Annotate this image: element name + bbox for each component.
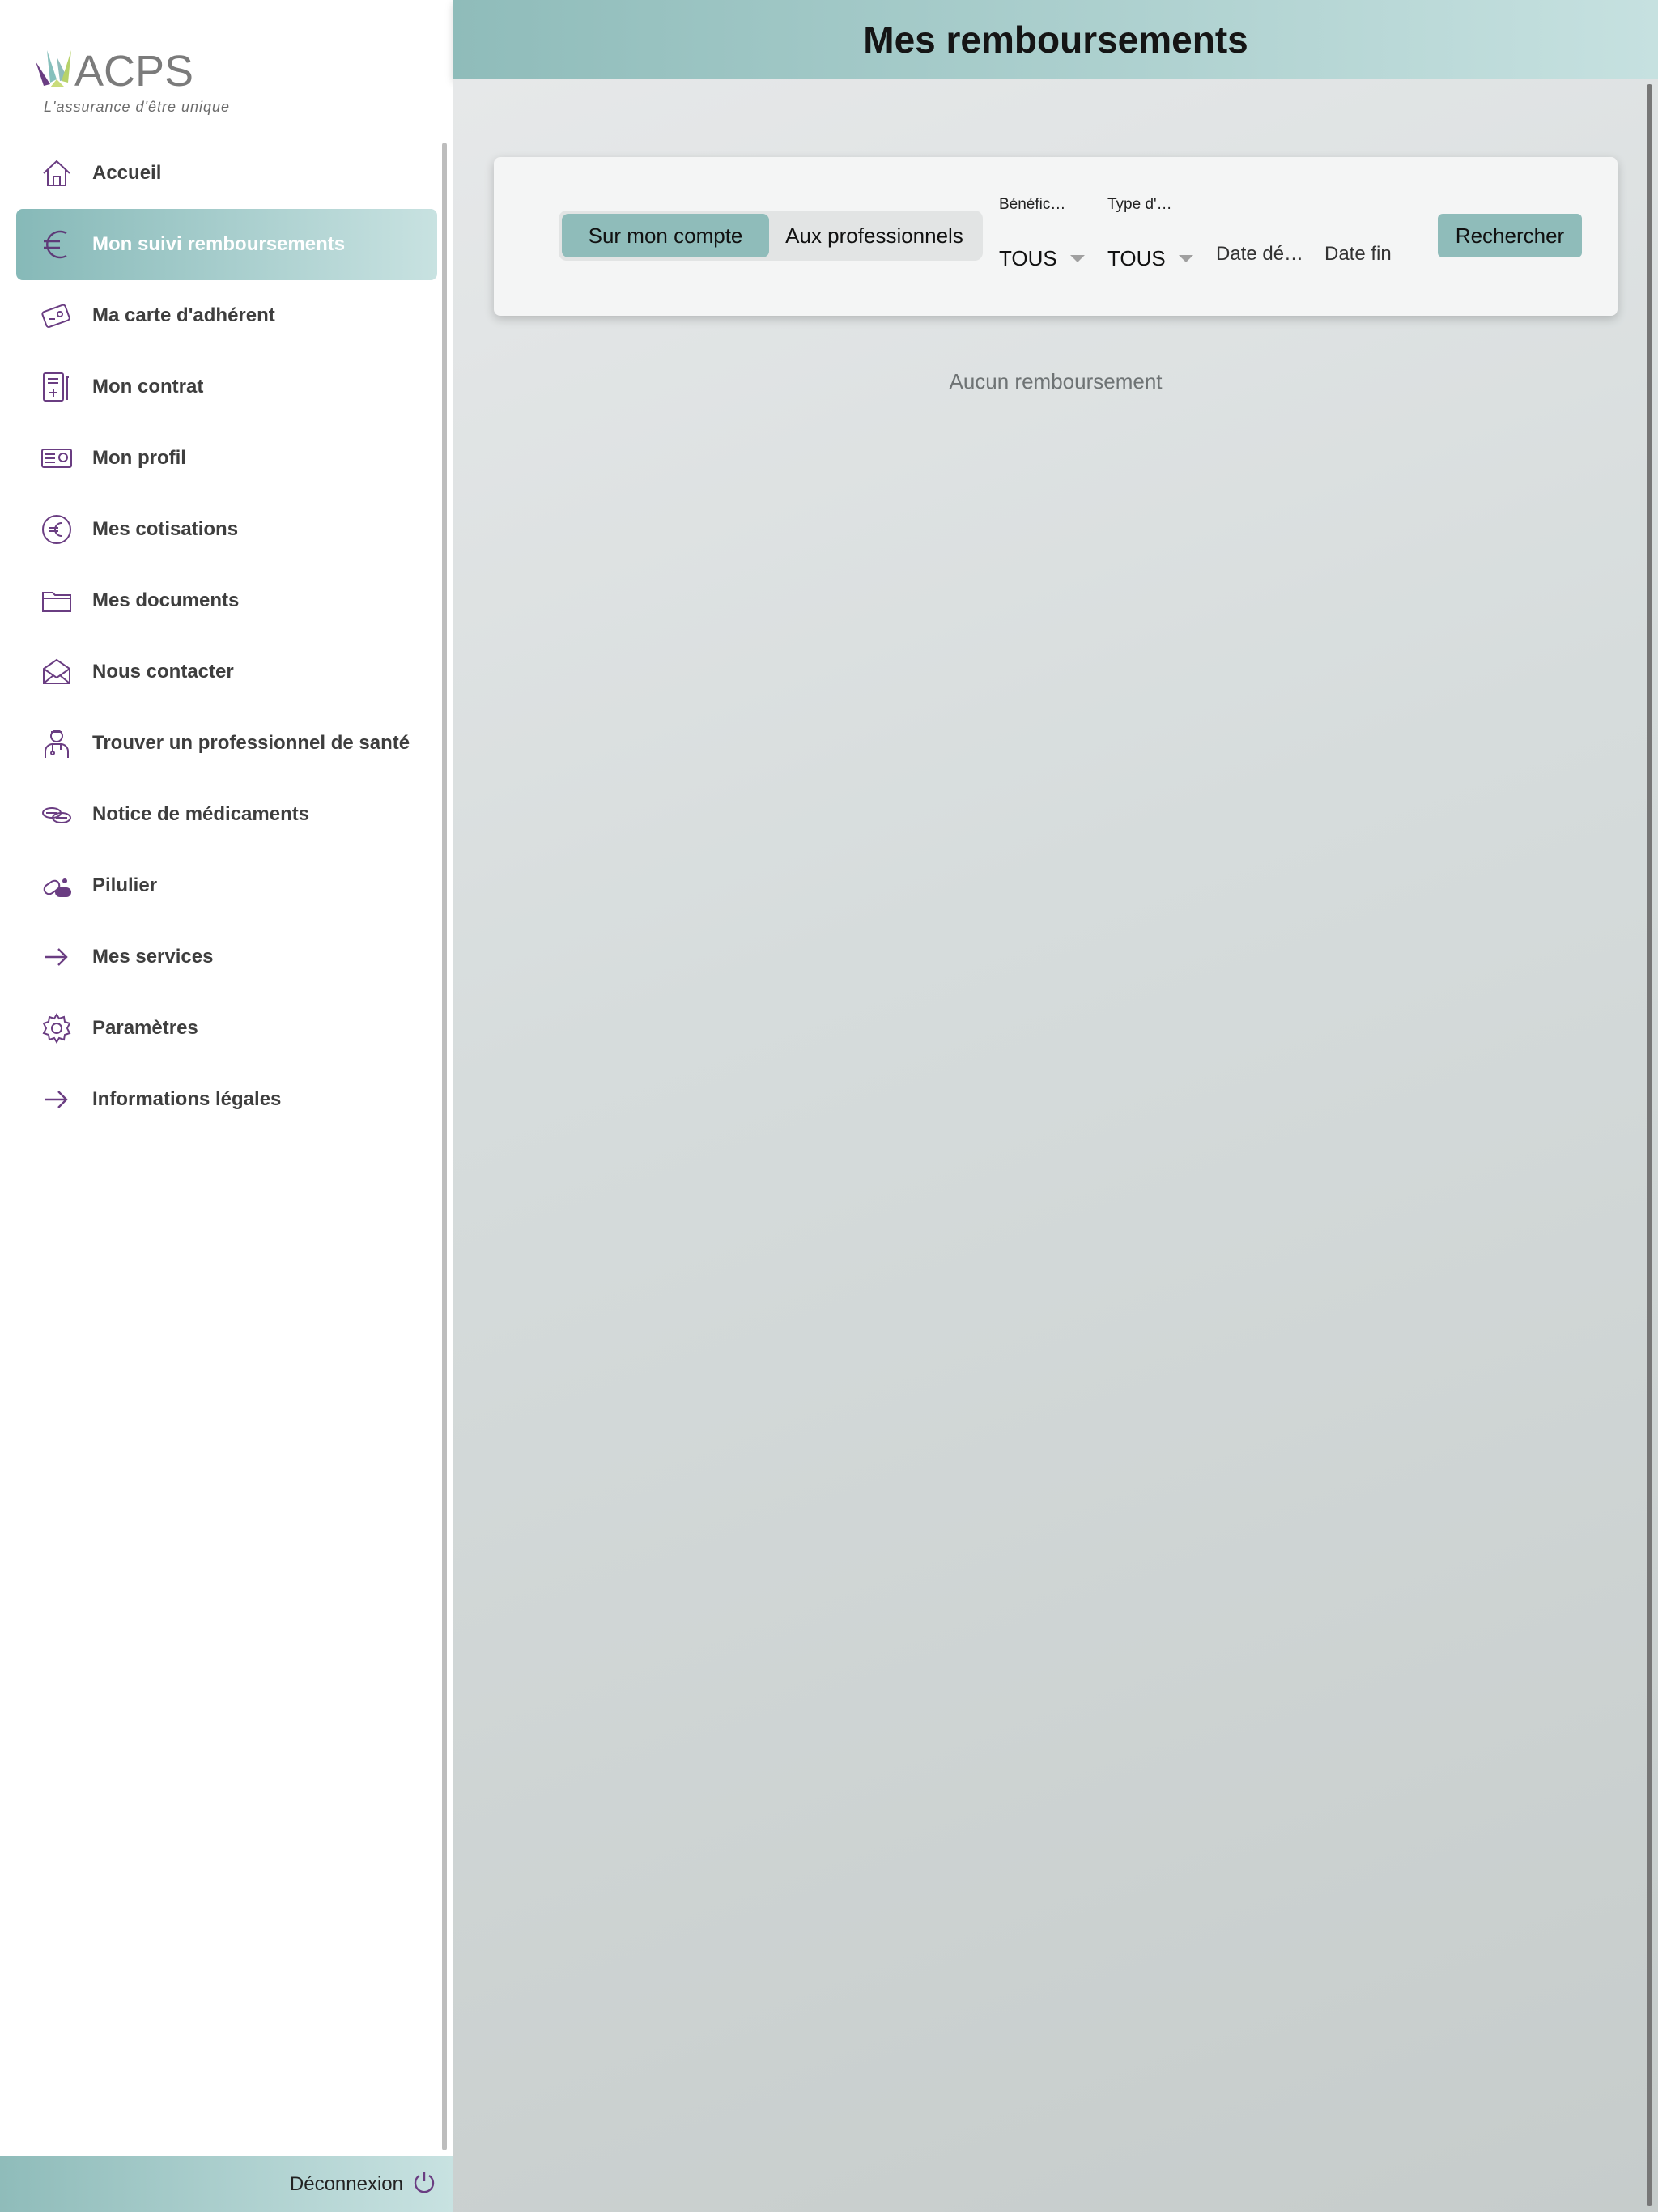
sidebar-item-label: Paramètres <box>92 1017 198 1039</box>
sidebar-item-label: Mes services <box>92 946 214 968</box>
sidebar-item-contrat[interactable]: Mon contrat <box>16 351 437 423</box>
sidebar-scrollbar[interactable] <box>442 143 447 2150</box>
sidebar-item-profil[interactable]: Mon profil <box>16 423 437 494</box>
logo-tagline: L'assurance d'être unique <box>44 99 231 115</box>
sidebar-item-pilulier[interactable]: Pilulier <box>16 850 437 921</box>
sidebar-item-label: Mon suivi remboursements <box>92 233 346 255</box>
type-label: Type d'… <box>1107 196 1172 213</box>
toggle-aux-professionnels[interactable]: Aux professionnels <box>769 214 980 257</box>
folder-icon <box>34 578 79 623</box>
envelope-icon <box>34 649 79 695</box>
logout-button[interactable]: Déconnexion <box>0 2156 453 2212</box>
acps-leaf-mark: ACPS <box>36 47 193 96</box>
sidebar-item-label: Pilulier <box>92 874 158 896</box>
pills-icon <box>34 792 79 837</box>
sidebar-item-label: Trouver un professionnel de santé <box>92 732 410 754</box>
sidebar-item-cotisations[interactable]: Mes cotisations <box>16 494 437 565</box>
sidebar-item-label: Mon contrat <box>92 376 204 398</box>
chevron-down-icon <box>1178 255 1193 262</box>
euro-icon <box>34 222 79 267</box>
chevron-down-icon <box>1069 255 1085 262</box>
euro-circle-icon <box>34 507 79 552</box>
main-content <box>453 79 1658 2212</box>
sidebar: ACPS L'assurance d'être unique Accueil M… <box>0 0 453 2212</box>
sidebar-item-label: Mes cotisations <box>92 518 239 540</box>
doctor-icon <box>34 721 79 766</box>
sidebar-item-label: Mon profil <box>92 447 186 469</box>
search-button[interactable]: Rechercher <box>1438 214 1582 257</box>
contract-icon <box>34 364 79 410</box>
acps-logo[interactable]: ACPS L'assurance d'être unique <box>32 39 235 120</box>
main-scrollbar[interactable] <box>1647 84 1652 2206</box>
sidebar-item-label: Mes documents <box>92 589 240 611</box>
arrow-right-icon <box>34 1077 79 1122</box>
arrow-right-icon <box>34 934 79 980</box>
sidebar-item-suivi-remboursements[interactable]: Mon suivi remboursements <box>16 209 437 280</box>
logout-label: Déconnexion <box>289 2172 403 2195</box>
sidebar-item-label: Informations légales <box>92 1088 282 1110</box>
profile-icon <box>34 436 79 481</box>
gear-icon <box>34 1006 79 1051</box>
sidebar-item-label: Accueil <box>92 162 162 184</box>
beneficiaire-label: Bénéfic… <box>999 196 1066 213</box>
page-header: Mes remboursements <box>453 0 1658 79</box>
sidebar-item-label: Notice de médicaments <box>92 803 310 825</box>
filter-card: Sur mon compte Aux professionnels Bénéfi… <box>494 157 1618 316</box>
sidebar-item-notice-medicaments[interactable]: Notice de médicaments <box>16 779 437 850</box>
power-icon <box>411 2169 437 2199</box>
type-select[interactable]: Type d'… TOUS <box>1107 196 1193 271</box>
sidebar-item-parametres[interactable]: Paramètres <box>16 993 437 1064</box>
page-title: Mes remboursements <box>863 19 1248 61</box>
reimbursement-scope-toggle: Sur mon compte Aux professionnels <box>559 211 983 261</box>
toggle-sur-mon-compte[interactable]: Sur mon compte <box>562 214 769 257</box>
sidebar-item-informations-legales[interactable]: Informations légales <box>16 1064 437 1135</box>
date-debut-input[interactable]: Date dé… <box>1216 243 1303 266</box>
empty-results-message: Aucun remboursement <box>949 369 1163 393</box>
sidebar-item-documents[interactable]: Mes documents <box>16 565 437 636</box>
sidebar-item-label: Nous contacter <box>92 661 234 683</box>
svg-text:ACPS: ACPS <box>74 47 193 96</box>
sidebar-item-contact[interactable]: Nous contacter <box>16 636 437 708</box>
beneficiaire-value: TOUS <box>999 246 1057 270</box>
sidebar-item-accueil[interactable]: Accueil <box>16 138 437 209</box>
sidebar-item-services[interactable]: Mes services <box>16 921 437 993</box>
pill-box-icon <box>34 863 79 908</box>
sidebar-item-carte-adherent[interactable]: Ma carte d'adhérent <box>16 280 437 351</box>
beneficiaire-select[interactable]: Bénéfic… TOUS <box>999 196 1085 271</box>
type-value: TOUS <box>1107 246 1166 270</box>
home-icon <box>34 151 79 196</box>
sidebar-item-label: Ma carte d'adhérent <box>92 304 275 326</box>
date-fin-input[interactable]: Date fin <box>1324 243 1392 266</box>
sidebar-item-trouver-professionnel[interactable]: Trouver un professionnel de santé <box>16 708 437 779</box>
card-icon <box>34 293 79 338</box>
